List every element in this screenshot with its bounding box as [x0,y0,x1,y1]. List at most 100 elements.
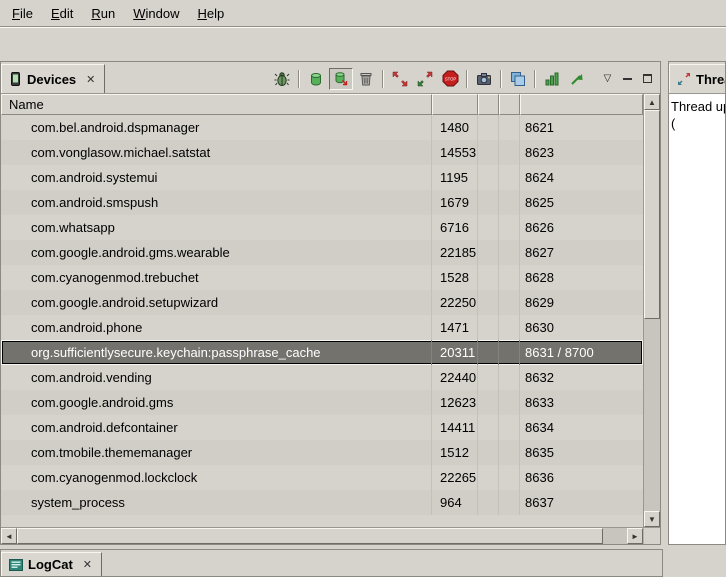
column-header-pid[interactable] [432,94,478,115]
column-header-blank-2[interactable] [499,94,520,115]
maximize-button[interactable] [638,70,657,88]
system-info-button[interactable] [506,68,530,90]
tab-devices-close-icon[interactable]: ✕ [84,72,97,87]
tab-threads-label: Threa [696,72,725,87]
table-row[interactable]: com.bel.android.dspmanager 1480 8621 [1,115,643,140]
table-row[interactable]: com.google.android.setupwizard 22250 862… [1,290,643,315]
menu-item-file[interactable]: File [3,3,42,24]
table-row[interactable]: org.sufficientlysecure.keychain:passphra… [1,340,643,365]
process-port: 8629 [525,295,554,310]
tab-logcat-label: LogCat [28,557,73,572]
devices-toolbar: STOP [270,64,660,93]
debug-icon [274,71,290,87]
logcat-bar: LogCat ✕ [0,549,663,577]
minimize-button[interactable] [618,70,637,88]
screen-capture-icon [476,71,492,87]
column-header-blank-1[interactable] [478,94,499,115]
process-pid: 22440 [440,370,476,385]
logcat-icon [9,558,23,572]
table-row[interactable]: com.google.android.gms 12623 8633 [1,390,643,415]
blank-cell-2 [499,190,520,215]
table-row[interactable]: com.whatsapp 6716 8626 [1,215,643,240]
menubar: File Edit Run Window Help [0,0,726,27]
scroll-up-button[interactable]: ▲ [644,94,660,110]
stop-process-button[interactable]: STOP [438,68,462,90]
dump-threads-button[interactable] [413,68,437,90]
blank-cell-2 [499,265,520,290]
blank-cell-2 [499,390,520,415]
process-name: com.android.phone [31,320,142,335]
start-profiling-button[interactable] [565,68,589,90]
process-name: com.google.android.setupwizard [31,295,218,310]
panel-sash[interactable] [661,61,668,545]
tab-logcat[interactable]: LogCat ✕ [1,552,102,576]
table-row[interactable]: com.android.smspush 1679 8625 [1,190,643,215]
process-name: com.android.smspush [31,195,158,210]
table-row[interactable]: com.android.phone 1471 8630 [1,315,643,340]
cause-gc-button[interactable] [354,68,378,90]
table-row[interactable]: system_process 964 8637 [1,490,643,515]
table-row[interactable]: com.android.defcontainer 14411 8634 [1,415,643,440]
blank-cell-1 [478,465,499,490]
table-row[interactable]: com.android.systemui 1195 8624 [1,165,643,190]
process-port: 8621 [525,120,554,135]
process-pid: 22265 [440,470,476,485]
update-threads-button[interactable] [388,68,412,90]
table-row[interactable]: com.cyanogenmod.trebuchet 1528 8628 [1,265,643,290]
table-row[interactable]: com.google.android.gms.wearable 22185 86… [1,240,643,265]
process-port: 8635 [525,445,554,460]
blank-cell-1 [478,390,499,415]
update-heap-button[interactable] [304,68,328,90]
menu-item-edit[interactable]: Edit [42,3,82,24]
scroll-right-button[interactable]: ► [627,528,643,544]
method-profiling-button[interactable] [540,68,564,90]
tab-threads[interactable]: Threa [669,64,725,93]
vertical-scroll-track[interactable] [644,110,660,511]
ddms-window: File Edit Run Window Help Devices ✕ [0,0,726,577]
vertical-scrollbar[interactable]: ▲ ▼ [643,94,660,527]
process-name: system_process [31,495,125,510]
horizontal-scroll-track[interactable] [17,528,627,544]
horizontal-scrollbar[interactable]: ◄ ► [1,528,643,544]
process-port: 8625 [525,195,554,210]
menu-item-help[interactable]: Help [188,3,233,24]
process-port: 8636 [525,470,554,485]
vertical-scroll-thumb[interactable] [644,110,660,319]
horizontal-scroll-thumb[interactable] [17,528,603,544]
process-name: com.android.systemui [31,170,157,185]
scroll-left-button[interactable]: ◄ [1,528,17,544]
blank-cell-2 [499,340,520,365]
table-row[interactable]: com.cyanogenmod.lockclock 22265 8636 [1,465,643,490]
process-name: com.whatsapp [31,220,115,235]
blank-cell-2 [499,115,520,140]
table-row[interactable]: com.vonglasow.michael.satstat 14553 8623 [1,140,643,165]
menu-item-window[interactable]: Window [124,3,188,24]
view-menu-button[interactable]: ▽ [598,70,617,88]
blank-cell-1 [478,140,499,165]
process-name: com.tmobile.thememanager [31,445,192,460]
scrollbar-corner [643,528,660,544]
menu-item-run[interactable]: Run [82,3,124,24]
process-name: org.sufficientlysecure.keychain:passphra… [31,345,321,360]
column-header-name[interactable]: Name [1,94,432,115]
tab-devices[interactable]: Devices ✕ [1,64,105,93]
table-row[interactable]: com.tmobile.thememanager 1512 8635 [1,440,643,465]
toolbar-area [0,27,726,60]
blank-cell-2 [499,315,520,340]
blank-cell-2 [499,140,520,165]
table-row[interactable]: com.android.vending 22440 8632 [1,365,643,390]
screen-capture-button[interactable] [472,68,496,90]
dump-hprof-button[interactable] [329,68,353,90]
debug-process-button[interactable] [270,68,294,90]
process-port: 8633 [525,395,554,410]
blank-cell-2 [499,290,520,315]
update-heap-icon [308,71,324,87]
tab-logcat-close-icon[interactable]: ✕ [81,557,94,572]
blank-cell-1 [478,240,499,265]
column-header-port[interactable] [520,94,643,115]
dump-hprof-icon [333,71,349,87]
method-profiling-icon [544,71,560,87]
toolbar-separator [298,70,300,88]
scroll-down-button[interactable]: ▼ [644,511,660,527]
blank-cell-1 [478,115,499,140]
